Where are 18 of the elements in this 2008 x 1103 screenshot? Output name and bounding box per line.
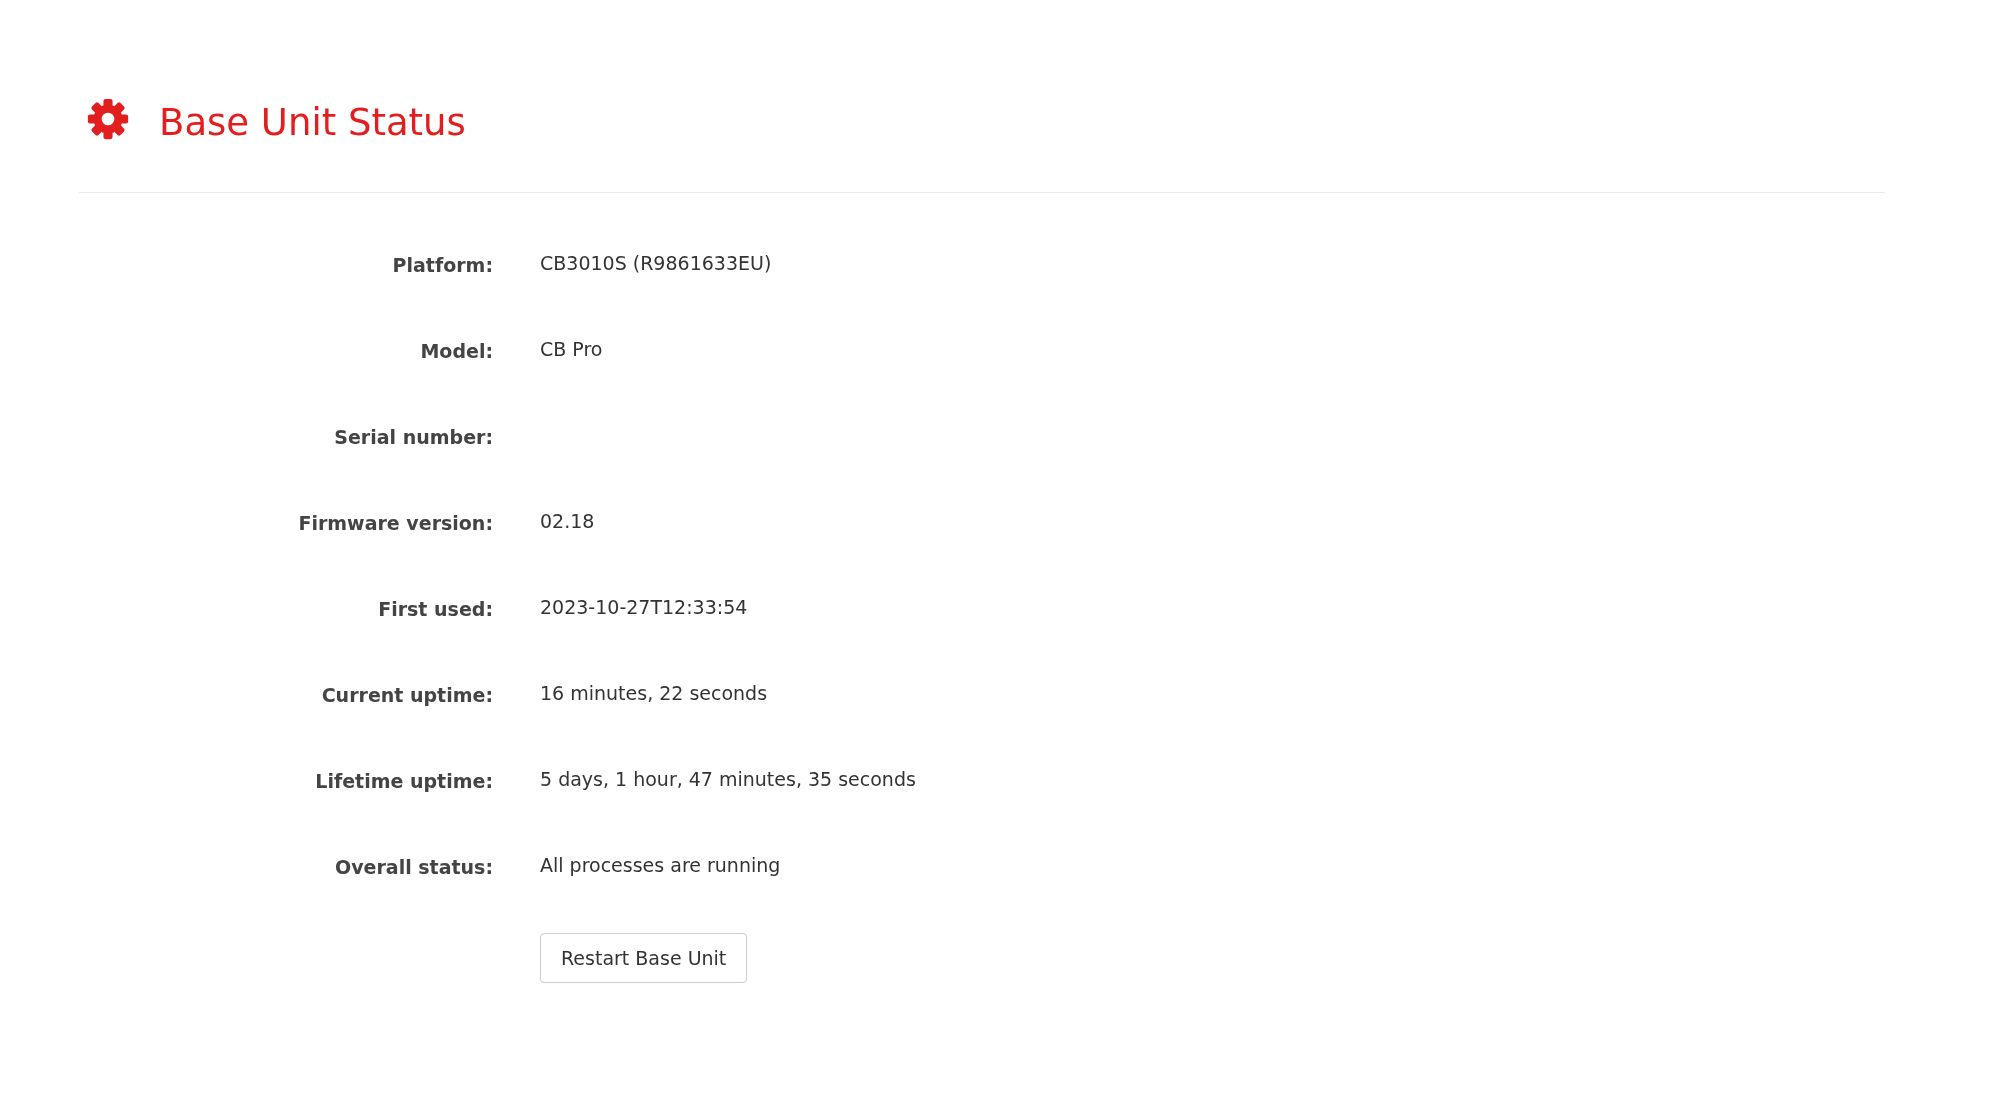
field-value: 02.18 xyxy=(540,510,595,532)
field-label: Current uptime: xyxy=(320,683,493,708)
settings-icon xyxy=(87,98,129,140)
field-value: 2023-10-27T12:33:54 xyxy=(540,596,748,618)
field-value: All processes are running xyxy=(540,854,781,876)
field-value: CB Pro xyxy=(540,338,603,360)
field-label: Firmware version: xyxy=(297,511,493,536)
field-label: First used: xyxy=(377,597,493,622)
field-label: Overall status: xyxy=(334,855,493,880)
field-label: Model: xyxy=(419,339,493,364)
field-value: CB3010S (R9861633EU) xyxy=(540,252,772,274)
page-title: Base Unit Status xyxy=(159,100,466,144)
field-value: 5 days, 1 hour, 47 minutes, 35 seconds xyxy=(540,768,916,790)
restart-button[interactable]: Restart Base Unit xyxy=(540,933,748,983)
field-value: 16 minutes, 22 seconds xyxy=(540,682,768,704)
field-label: Serial number: xyxy=(333,425,493,450)
field-label: Lifetime uptime: xyxy=(314,769,493,794)
field-label: Platform: xyxy=(391,253,493,278)
